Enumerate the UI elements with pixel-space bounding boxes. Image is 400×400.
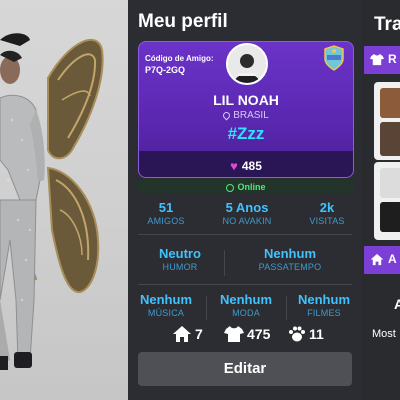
stat-value: 51	[158, 200, 174, 215]
stat-value: 5 Anos	[225, 200, 269, 215]
item-thumbnail[interactable]	[374, 162, 400, 240]
stat-label: HUMOR	[162, 262, 198, 272]
edit-button[interactable]: Editar	[138, 352, 352, 386]
stat-movies: Nenhum FILMES	[290, 292, 358, 318]
stat-value: 2k	[319, 200, 335, 215]
stat-label: PASSATEMPO	[258, 262, 322, 272]
avatar-viewport[interactable]	[0, 0, 128, 400]
clock-icon	[226, 183, 235, 192]
tab-label: A	[388, 252, 397, 266]
pets-value: 11	[309, 326, 324, 343]
stat-value: Nenhum	[220, 292, 272, 307]
hearts-bar: ♥ 485	[139, 151, 353, 177]
stat-visits: 2k VISITAS	[298, 200, 356, 226]
right-panel-caption: Most	[372, 328, 396, 340]
shirt-icon	[370, 53, 384, 66]
page-title: Meu perfil	[138, 11, 228, 32]
hearts-count: 485	[241, 158, 262, 173]
online-label: Online	[237, 182, 266, 192]
paw-icon	[289, 326, 305, 342]
profile-panel: Meu perfil Código de Amigo: P7Q-2GQ LIL …	[128, 0, 362, 400]
home-icon	[173, 326, 191, 343]
friend-code-label: Código de Amigo:	[145, 54, 214, 63]
divider	[286, 296, 287, 320]
stat-value: Nenhum	[264, 246, 316, 261]
stat-hobby: Nenhum PASSATEMPO	[238, 246, 342, 272]
tab-outfits[interactable]: R	[364, 46, 400, 74]
stat-music: Nenhum MÚSICA	[132, 292, 200, 318]
stat-friends[interactable]: 51 AMIGOS	[136, 200, 196, 226]
username: LIL NOAH	[213, 92, 279, 108]
right-panel: Tra R A A Most	[362, 0, 400, 400]
tab-homes[interactable]: A	[364, 246, 400, 274]
stat-label: AMIGOS	[147, 216, 185, 226]
stat-years: 5 Anos NO AVAKIN	[208, 200, 286, 226]
pets-count[interactable]: 11	[288, 325, 324, 343]
status-tag: #Zzz	[227, 124, 265, 143]
stat-value: Nenhum	[140, 292, 192, 307]
country-name: BRASIL	[233, 110, 269, 121]
homes-value: 7	[195, 326, 203, 343]
online-status: Online	[138, 180, 354, 194]
item-thumbnail[interactable]	[374, 82, 400, 160]
divider	[138, 234, 352, 235]
stat-fashion: Nenhum MODA	[212, 292, 280, 318]
app-root: Meu perfil Código de Amigo: P7Q-2GQ LIL …	[0, 0, 400, 400]
profile-card: Código de Amigo: P7Q-2GQ LIL NOAH BRASIL	[138, 41, 354, 178]
outfits-value: 475	[247, 326, 271, 343]
right-panel-title: Tra	[374, 14, 400, 35]
homes-count[interactable]: 7	[172, 325, 203, 343]
counts-row: 7 475 11	[172, 325, 357, 347]
profile-photo[interactable]	[226, 43, 268, 85]
stat-value: Nenhum	[298, 292, 350, 307]
stat-mood: Neutro HUMOR	[138, 246, 222, 272]
stat-value: Neutro	[159, 246, 201, 261]
outfits-count[interactable]: 475	[224, 325, 270, 343]
divider	[224, 250, 225, 276]
country-row: BRASIL	[139, 110, 353, 121]
stat-label: FILMES	[307, 308, 341, 318]
stat-label: MODA	[232, 308, 260, 318]
friend-code[interactable]: P7Q-2GQ	[145, 65, 185, 75]
location-pin-icon	[221, 110, 232, 121]
divider	[206, 296, 207, 320]
stat-label: MÚSICA	[147, 308, 185, 318]
home-icon	[370, 253, 384, 266]
heart-icon: ♥	[230, 158, 238, 174]
level-badge-icon[interactable]	[323, 45, 345, 71]
divider	[138, 284, 352, 285]
stat-label: VISITAS	[309, 216, 345, 226]
right-panel-text: A	[394, 296, 400, 312]
stat-label: NO AVAKIN	[222, 216, 272, 226]
tab-label: R	[388, 52, 397, 66]
avatar-figure	[0, 33, 104, 370]
shirt-icon	[224, 326, 244, 343]
